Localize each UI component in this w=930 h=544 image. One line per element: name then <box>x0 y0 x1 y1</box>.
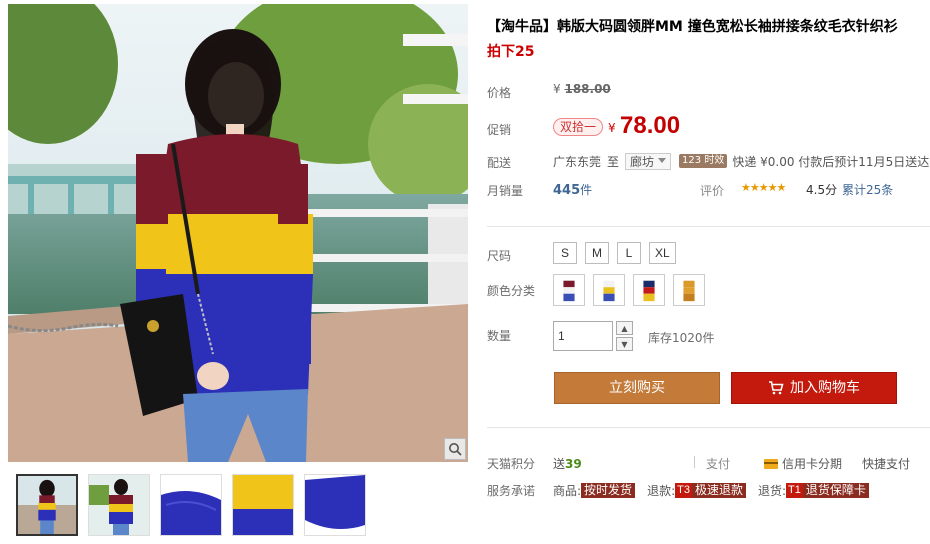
swatch-image <box>556 277 582 303</box>
add-to-cart-label: 加入购物车 <box>790 380 860 396</box>
chevron-down-icon <box>658 158 667 163</box>
size-options: S M L XL <box>553 242 676 264</box>
size-label: 尺码 <box>487 249 512 263</box>
size-option-s[interactable]: S <box>553 242 577 264</box>
thumbnail-image <box>233 475 293 535</box>
monthly-sales-value: 445件 <box>553 181 592 198</box>
thumbnail-image <box>18 476 76 534</box>
divider <box>487 427 930 428</box>
quantity-decrease-button[interactable]: ▼ <box>616 337 633 351</box>
destination-value: 廊坊 <box>630 154 655 169</box>
return-guarantee-tag[interactable]: 退货保障卡 <box>802 483 869 498</box>
thumbnail-image <box>305 475 365 535</box>
service-promise-label: 服务承诺 <box>487 484 536 498</box>
thumbnail-1[interactable] <box>16 474 78 536</box>
sale-price: 78.00 <box>620 112 681 139</box>
goods-prefix: 商品: <box>553 484 582 498</box>
thumbnail-strip <box>16 474 366 536</box>
product-subtitle: 拍下25 <box>487 44 535 60</box>
rating-stars-icon: ★★★★★ <box>741 181 786 194</box>
swatch-image <box>596 277 622 303</box>
promo-badge: 双拾一 <box>553 118 604 136</box>
refund-code: T3 <box>675 483 692 498</box>
payment-label: 支付 <box>706 457 731 471</box>
sales-count: 445 <box>553 183 581 198</box>
shipping-origin: 广东东莞 <box>553 154 602 169</box>
buy-now-button[interactable]: 立刻购买 <box>554 372 720 404</box>
color-label: 颜色分类 <box>487 284 536 298</box>
zoom-button[interactable] <box>444 438 466 460</box>
quantity-label: 数量 <box>487 329 512 343</box>
return-code: T1 <box>786 483 803 498</box>
credit-card-icon <box>764 458 778 469</box>
monthly-sales-label: 月销量 <box>487 184 524 198</box>
service-promise: 商品: 按时发货 退款: T3 极速退款 退货: T1 退货保障卡 <box>553 482 869 499</box>
separator <box>694 456 695 468</box>
destination-select[interactable]: 廊坊 <box>625 152 672 170</box>
swatch-image <box>676 277 702 303</box>
original-price-value: 188.00 <box>564 82 611 96</box>
return-prefix: 退货: <box>757 484 787 498</box>
shipping-to-word: 至 <box>607 154 620 169</box>
size-option-xl[interactable]: XL <box>649 242 676 264</box>
quantity-increase-button[interactable]: ▲ <box>616 321 633 335</box>
on-time-delivery-tag[interactable]: 按时发货 <box>581 483 636 498</box>
thumbnail-5[interactable] <box>304 474 366 536</box>
product-title: 【淘牛品】韩版大码圆领胖MM 撞色宽松长袖拼接条纹毛衣针织衫 <box>487 19 898 35</box>
thumbnail-3[interactable] <box>160 474 222 536</box>
tmall-points-value: 送39 <box>553 455 582 472</box>
quantity-input[interactable] <box>553 321 613 351</box>
thumbnail-4[interactable] <box>232 474 294 536</box>
color-options <box>553 274 705 306</box>
quick-pay[interactable]: 快捷支付 <box>862 455 910 472</box>
shipping-label: 配送 <box>487 156 512 170</box>
credit-installment-label: 信用卡分期 <box>782 457 843 471</box>
review-count-link[interactable]: 累计25条 <box>842 181 893 198</box>
rating-score: 4.5分 <box>806 183 838 197</box>
refund-prefix: 退款: <box>647 484 676 498</box>
points-prefix: 送 <box>553 457 566 471</box>
cart-icon <box>769 381 784 395</box>
stock-text: 库存1020件 <box>648 331 715 345</box>
magnifier-icon <box>449 443 462 456</box>
thumbnail-image <box>161 475 221 535</box>
rating-label: 评价 <box>700 184 725 198</box>
shipping-text: 快递 ¥0.00 付款后预计11月5日送达 <box>732 154 930 169</box>
tmall-points-label: 天猫积分 <box>487 457 536 471</box>
thumbnail-2[interactable] <box>88 474 150 536</box>
points-number: 39 <box>565 457 582 471</box>
fast-refund-tag[interactable]: 极速退款 <box>691 483 746 498</box>
promo-label: 促销 <box>487 123 512 137</box>
swatch-mustard-orange[interactable] <box>673 274 705 306</box>
delivery-service-tag: 123 时效 <box>679 154 728 168</box>
size-option-m[interactable]: M <box>585 242 609 264</box>
divider <box>487 226 930 227</box>
currency-symbol: ¥ <box>553 82 561 96</box>
swatch-white-yellow-blue[interactable] <box>593 274 625 306</box>
add-to-cart-button[interactable]: 加入购物车 <box>731 372 897 404</box>
original-price: ¥ 188.00 <box>553 82 611 96</box>
size-option-l[interactable]: L <box>617 242 641 264</box>
swatch-navy-red-yellow[interactable] <box>633 274 665 306</box>
main-product-image[interactable] <box>8 4 468 462</box>
credit-installment[interactable]: 信用卡分期 <box>764 455 842 472</box>
price-label: 价格 <box>487 86 512 100</box>
sales-unit: 件 <box>580 183 593 197</box>
swatch-maroon-white-blue[interactable] <box>553 274 585 306</box>
swatch-image <box>636 277 662 303</box>
thumbnail-image <box>89 475 149 535</box>
sale-currency-symbol: ¥ <box>608 121 616 135</box>
shipping-info: 广东东莞 至 廊坊 123 时效 快递 ¥0.00 付款后预计11月5日送达 <box>553 152 929 170</box>
product-photo-illustration <box>8 4 468 462</box>
